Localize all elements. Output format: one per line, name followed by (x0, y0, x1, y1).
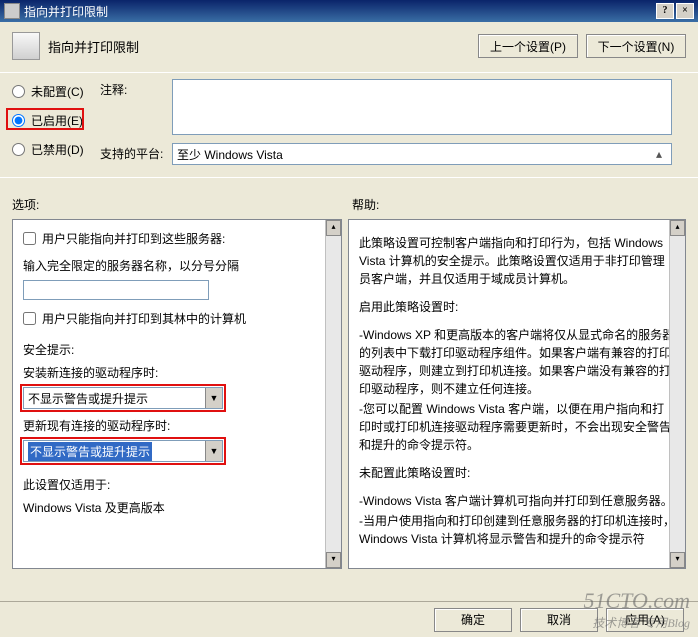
chevron-up-down-icon: ▴ (651, 147, 667, 161)
servers-input[interactable] (23, 280, 209, 300)
previous-setting-button[interactable]: 上一个设置(P) (478, 34, 578, 58)
security-hint-label: 安全提示: (23, 341, 331, 358)
radio-not-configured-label: 未配置(C) (31, 83, 84, 100)
scroll-up-icon[interactable]: ▴ (670, 220, 685, 236)
checkbox-forest-input[interactable] (23, 312, 36, 325)
title-bar: 指向并打印限制 ? × (0, 0, 698, 22)
supported-platform-field[interactable]: 至少 Windows Vista ▴ (172, 143, 672, 165)
update-driver-combobox[interactable]: 不显示警告或提升提示 ▼ (23, 440, 223, 462)
install-driver-value: 不显示警告或提升提示 (28, 390, 148, 407)
panes: 用户只能指向并打印到这些服务器: 输入完全限定的服务器名称，以分号分隔 用户只能… (0, 219, 698, 569)
install-driver-combobox[interactable]: 不显示警告或提升提示 ▼ (23, 387, 223, 409)
help-enabled-line2: -您可以配置 Windows Vista 客户端，以便在用户指向和打印时或打印机… (359, 400, 675, 454)
section-labels: 选项: 帮助: (0, 178, 698, 219)
chevron-down-icon: ▼ (205, 388, 222, 408)
chevron-down-icon: ▼ (205, 441, 222, 461)
comment-label: 注释: (100, 79, 172, 135)
options-scrollbar[interactable]: ▴ ▾ (325, 220, 341, 568)
radio-disabled-input[interactable] (12, 143, 25, 156)
apply-button[interactable]: 应用(A) (606, 608, 684, 632)
help-enabled-line1: -Windows XP 和更高版本的客户端将仅从显式命名的服务器的列表中下载打印… (359, 326, 675, 398)
scroll-up-icon[interactable]: ▴ (326, 220, 341, 236)
update-driver-value: 不显示警告或提升提示 (28, 442, 152, 461)
install-driver-label: 安装新连接的驱动程序时: (23, 364, 331, 381)
comment-textarea[interactable] (172, 79, 672, 135)
options-label: 选项: (12, 196, 352, 213)
checkbox-forest[interactable]: 用户只能指向并打印到其林中的计算机 (23, 310, 331, 327)
radio-enabled[interactable]: 已启用(E) (12, 112, 100, 129)
ok-button[interactable]: 确定 (434, 608, 512, 632)
bottom-bar: 确定 取消 应用(A) (0, 601, 698, 637)
help-text: 此策略设置可控制客户端指向和打印行为，包括 Windows Vista 计算机的… (359, 234, 675, 548)
servers-hint: 输入完全限定的服务器名称，以分号分隔 (23, 257, 331, 274)
help-pane: 此策略设置可控制客户端指向和打印行为，包括 Windows Vista 计算机的… (348, 219, 686, 569)
radio-disabled-label: 已禁用(D) (31, 141, 84, 158)
scroll-down-icon[interactable]: ▾ (326, 552, 341, 568)
window-title: 指向并打印限制 (24, 3, 656, 20)
help-button[interactable]: ? (656, 3, 674, 19)
radio-not-configured-input[interactable] (12, 85, 25, 98)
help-notconfigured-line1: -Windows Vista 客户端计算机可指向并打印到任意服务器。 (359, 492, 675, 510)
policy-title: 指向并打印限制 (48, 37, 478, 56)
platform-label: 支持的平台: (100, 143, 172, 165)
supported-platform-value: 至少 Windows Vista (177, 146, 283, 163)
scroll-down-icon[interactable]: ▾ (670, 552, 685, 568)
radio-enabled-input[interactable] (12, 114, 25, 127)
radio-enabled-label: 已启用(E) (31, 112, 83, 129)
applies-to-value: Windows Vista 及更高版本 (23, 499, 331, 516)
checkbox-forest-label: 用户只能指向并打印到其林中的计算机 (42, 310, 246, 327)
next-setting-button[interactable]: 下一个设置(N) (586, 34, 686, 58)
checkbox-servers[interactable]: 用户只能指向并打印到这些服务器: (23, 230, 331, 247)
config-row: 未配置(C) 已启用(E) 已禁用(D) 注释: 支持的平台: 至少 Windo… (0, 73, 698, 177)
help-paragraph-1: 此策略设置可控制客户端指向和打印行为，包括 Windows Vista 计算机的… (359, 234, 675, 288)
options-pane: 用户只能指向并打印到这些服务器: 输入完全限定的服务器名称，以分号分隔 用户只能… (12, 219, 342, 569)
close-button[interactable]: × (676, 3, 694, 19)
help-label: 帮助: (352, 196, 686, 213)
radio-not-configured[interactable]: 未配置(C) (12, 83, 100, 100)
cancel-button[interactable]: 取消 (520, 608, 598, 632)
help-enabled-title: 启用此策略设置时: (359, 298, 675, 316)
help-scrollbar[interactable]: ▴ ▾ (669, 220, 685, 568)
header-row: 指向并打印限制 上一个设置(P) 下一个设置(N) (0, 22, 698, 72)
help-notconfigured-title: 未配置此策略设置时: (359, 464, 675, 482)
window-controls: ? × (656, 3, 694, 19)
help-notconfigured-line2: -当用户使用指向和打印创建到任意服务器的打印机连接时，Windows Vista… (359, 512, 675, 548)
state-radio-group: 未配置(C) 已启用(E) 已禁用(D) (12, 79, 100, 173)
applies-to-label: 此设置仅适用于: (23, 476, 331, 493)
checkbox-servers-label: 用户只能指向并打印到这些服务器: (42, 230, 225, 247)
checkbox-servers-input[interactable] (23, 232, 36, 245)
policy-icon (12, 32, 40, 60)
update-driver-label: 更新现有连接的驱动程序时: (23, 417, 331, 434)
app-icon (4, 3, 20, 19)
radio-disabled[interactable]: 已禁用(D) (12, 141, 100, 158)
